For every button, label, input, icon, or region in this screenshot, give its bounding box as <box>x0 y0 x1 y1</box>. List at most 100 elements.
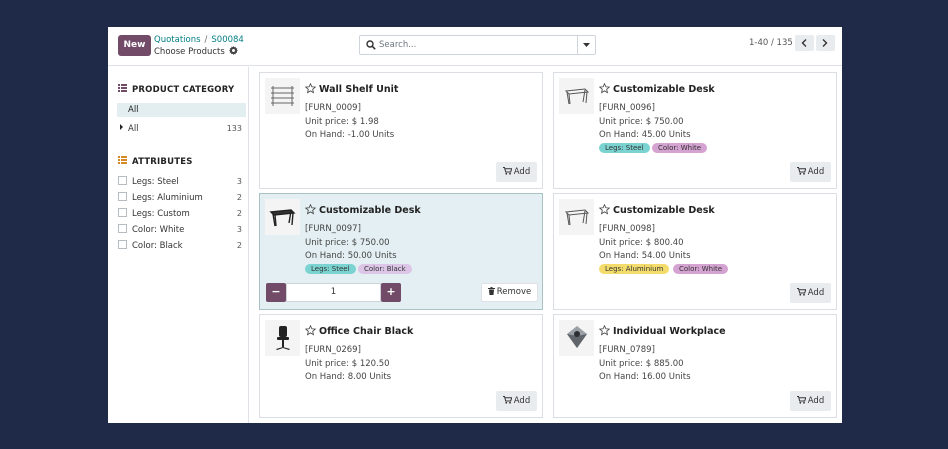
star-outline-icon[interactable] <box>599 83 610 94</box>
product-on-hand: On Hand: 16.00 Units <box>599 372 691 382</box>
breadcrumb-separator: / <box>204 35 208 45</box>
product-image-individual-workplace <box>559 320 594 356</box>
checkbox[interactable] <box>118 224 127 233</box>
product-image-office-chair <box>265 320 300 356</box>
product-image-desk <box>559 78 594 114</box>
attribute-tag: Color: Black <box>358 264 412 274</box>
add-button[interactable]: Add <box>790 162 831 182</box>
remove-button-label: Remove <box>496 287 532 297</box>
attribute-tag: Legs: Steel <box>305 264 356 274</box>
attributes-heading: ATTRIBUTES <box>118 156 193 167</box>
add-button-label: Add <box>513 167 531 177</box>
pager-next-button[interactable] <box>816 35 835 51</box>
pager-previous-button[interactable] <box>795 35 814 51</box>
product-card[interactable]: Customizable Desk [FURN_0096] Unit price… <box>553 72 837 189</box>
attribute-label: Legs: Steel <box>132 177 179 187</box>
search-icon <box>366 40 376 50</box>
add-button[interactable]: Add <box>790 391 831 411</box>
star-outline-icon[interactable] <box>305 83 316 94</box>
breadcrumb-record-link[interactable]: S00084 <box>211 35 243 45</box>
product-reference: [FURN_0096] <box>599 103 655 113</box>
category-item-label: All <box>128 124 139 134</box>
product-price: Unit price: $ 750.00 <box>599 117 684 127</box>
pager-value[interactable]: 1-40 / 135 <box>749 38 793 48</box>
add-button-label: Add <box>807 288 825 298</box>
product-card-selected[interactable]: Customizable Desk [FURN_0097] Unit price… <box>259 193 543 310</box>
attribute-filter-color-white[interactable]: Color: White 3 <box>118 224 242 236</box>
remove-button[interactable]: Remove <box>481 283 538 302</box>
quantity-input[interactable]: 1 <box>286 283 381 302</box>
search-options-toggle[interactable] <box>577 36 595 54</box>
chevron-left-icon <box>801 39 807 47</box>
product-card[interactable]: Wall Shelf Unit [FURN_0009] Unit price: … <box>259 72 543 189</box>
attribute-filter-legs-aluminium[interactable]: Legs: Aluminium 2 <box>118 192 242 204</box>
attribute-tag: Legs: Aluminium <box>599 264 670 274</box>
product-category-heading: PRODUCT CATEGORY <box>118 84 234 95</box>
search-panel: PRODUCT CATEGORY All All 133 ATTRIBUTES … <box>108 67 249 423</box>
attribute-count: 3 <box>236 177 242 186</box>
caret-right-icon <box>120 124 123 130</box>
product-image-desk-black <box>265 199 300 235</box>
product-reference: [FURN_0269] <box>305 345 361 355</box>
search-input[interactable] <box>379 38 574 52</box>
product-reference: [FURN_0097] <box>305 224 361 234</box>
add-button-label: Add <box>807 396 825 406</box>
attribute-filter-legs-steel[interactable]: Legs: Steel 3 <box>118 176 242 188</box>
product-image-desk <box>559 199 594 235</box>
product-reference: [FURN_0789] <box>599 345 655 355</box>
add-button[interactable]: Add <box>496 162 537 182</box>
star-outline-icon[interactable] <box>599 325 610 336</box>
breadcrumb: Quotations / S00084 <box>154 35 244 46</box>
cart-icon <box>796 396 807 404</box>
page-title: Choose Products <box>154 46 238 58</box>
increase-quantity-button[interactable]: + <box>381 283 401 302</box>
attribute-count: 2 <box>236 241 242 250</box>
new-button[interactable]: New <box>118 35 151 56</box>
product-price: Unit price: $ 750.00 <box>305 238 390 248</box>
product-card[interactable]: Customizable Desk [FURN_0098] Unit price… <box>553 193 837 310</box>
cart-icon <box>502 167 513 175</box>
product-reference: [FURN_0009] <box>305 103 361 113</box>
add-button[interactable]: Add <box>790 283 831 303</box>
list-icon <box>118 84 127 95</box>
product-on-hand: On Hand: 54.00 Units <box>599 251 691 261</box>
breadcrumb-quotations-link[interactable]: Quotations <box>154 35 201 45</box>
star-outline-icon[interactable] <box>599 204 610 215</box>
product-reference: [FURN_0098] <box>599 224 655 234</box>
product-on-hand: On Hand: 50.00 Units <box>305 251 397 261</box>
attributes-title: ATTRIBUTES <box>132 157 193 167</box>
add-button-label: Add <box>513 396 531 406</box>
checkbox[interactable] <box>118 176 127 185</box>
product-price: Unit price: $ 885.00 <box>599 359 684 369</box>
search-box[interactable] <box>359 35 596 55</box>
attribute-label: Color: Black <box>132 241 183 251</box>
add-button[interactable]: Add <box>496 391 537 411</box>
product-card[interactable]: Individual Workplace [FURN_0789] Unit pr… <box>553 314 837 418</box>
attribute-count: 2 <box>236 193 242 202</box>
attribute-count: 3 <box>236 225 242 234</box>
checkbox[interactable] <box>118 208 127 217</box>
attribute-filter-legs-custom[interactable]: Legs: Custom 2 <box>118 208 242 220</box>
attribute-label: Color: White <box>132 225 185 235</box>
category-item-count: 133 <box>226 124 242 133</box>
decrease-quantity-button[interactable]: − <box>266 283 286 302</box>
star-outline-icon[interactable] <box>305 204 316 215</box>
checkbox[interactable] <box>118 192 127 201</box>
product-on-hand: On Hand: 8.00 Units <box>305 372 392 382</box>
checkbox[interactable] <box>118 240 127 249</box>
category-item-all[interactable]: All 133 <box>120 123 242 135</box>
product-name: Customizable Desk <box>613 205 715 216</box>
gear-icon[interactable] <box>228 46 238 58</box>
product-card[interactable]: Office Chair Black [FURN_0269] Unit pric… <box>259 314 543 418</box>
product-price: Unit price: $ 800.40 <box>599 238 684 248</box>
page-title-text: Choose Products <box>154 47 225 57</box>
chevron-right-icon <box>822 39 828 47</box>
star-outline-icon[interactable] <box>305 325 316 336</box>
category-all-selected[interactable]: All <box>117 103 246 117</box>
cart-icon <box>796 288 807 296</box>
attribute-filter-color-black[interactable]: Color: Black 2 <box>118 240 242 252</box>
attribute-label: Legs: Aluminium <box>132 193 203 203</box>
cart-icon <box>796 167 807 175</box>
product-on-hand: On Hand: 45.00 Units <box>599 130 691 140</box>
attribute-label: Legs: Custom <box>132 209 190 219</box>
